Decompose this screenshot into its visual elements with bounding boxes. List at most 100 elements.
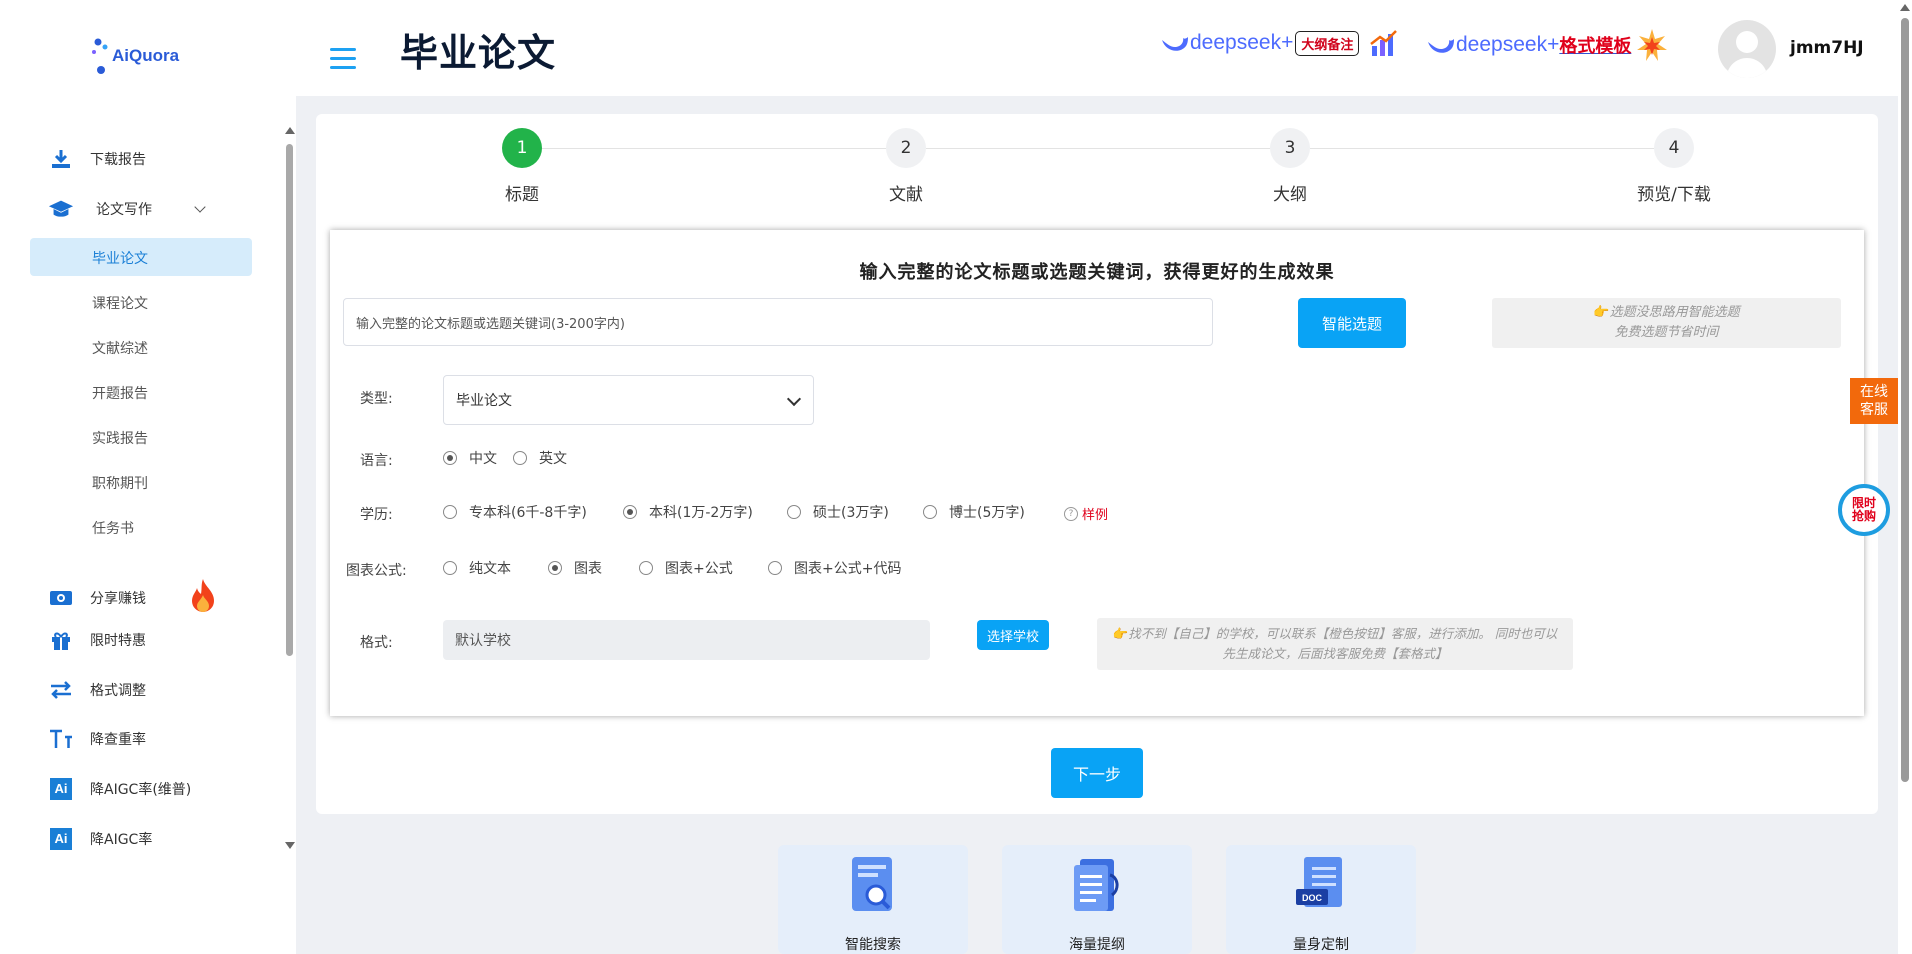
- radio-dot: [639, 561, 653, 575]
- chevron-down-icon: [786, 391, 802, 407]
- page-scroll-up-icon[interactable]: [1900, 4, 1910, 11]
- next-step-button[interactable]: 下一步: [1051, 748, 1143, 798]
- format-tip-line2: 先生成论文，后面找客服免费【套格式】: [1222, 646, 1448, 661]
- chart-radio-plain[interactable]: 纯文本: [443, 558, 511, 578]
- step-2-circle: 2: [886, 128, 926, 168]
- flash-sale-button[interactable]: 限时 抢购: [1838, 484, 1890, 536]
- smart-topic-button[interactable]: 智能选题: [1298, 298, 1406, 348]
- radio-dot: [443, 561, 457, 575]
- degree-radio-associate[interactable]: 专本科(6千-8千字): [443, 502, 587, 522]
- sidebar-item-format-adjust[interactable]: 格式调整: [48, 677, 146, 703]
- radio-dot: [443, 505, 457, 519]
- sidebar-subitem-graduation-thesis[interactable]: 毕业论文: [92, 248, 148, 268]
- deepseek-format-banner[interactable]: deepseek+ 格式模板: [1426, 28, 1669, 62]
- sidebar-item-limited-offer[interactable]: 限时特惠: [48, 627, 146, 653]
- radio-label: 博士(5万字): [949, 505, 1025, 521]
- smart-topic-tip: 👉选题没思路用智能选题 免费选题节省时间: [1492, 298, 1841, 348]
- deepseek-outline-banner[interactable]: deepseek+ 大纲备注: [1160, 28, 1399, 58]
- type-select-value: 毕业论文: [456, 393, 512, 409]
- feature-label: 智能搜索: [845, 937, 901, 953]
- radio-label: 硕士(3万字): [813, 505, 889, 521]
- sidebar-subitem-proposal-report[interactable]: 开题报告: [92, 383, 148, 403]
- radio-dot: [513, 451, 527, 465]
- radio-label: 图表+公式: [665, 561, 733, 577]
- feature-smart-search[interactable]: 智能搜索: [778, 845, 968, 954]
- logo-mark-icon: [92, 38, 108, 74]
- type-label: 类型:: [360, 391, 393, 407]
- sidebar-subitem-practice-report[interactable]: 实践报告: [92, 428, 148, 448]
- radio-dot: [548, 561, 562, 575]
- ai-icon: Ai: [48, 776, 74, 802]
- sidebar-item-reduce-duplication[interactable]: 降查重率: [48, 726, 146, 752]
- text-format-icon: [48, 726, 74, 752]
- radio-dot: [443, 451, 457, 465]
- sidebar-item-label: 论文写作: [96, 202, 152, 218]
- service-line1: 在线: [1860, 384, 1888, 400]
- sidebar-subitem-course-paper[interactable]: 课程论文: [92, 293, 148, 313]
- chart-radio-chart[interactable]: 图表: [548, 558, 602, 578]
- chevron-down-icon: [194, 201, 206, 213]
- degree-radio-bachelor[interactable]: 本科(1万-2万字): [623, 502, 753, 522]
- gift-icon: [48, 627, 74, 653]
- feature-massive-outline[interactable]: 海量提纲: [1002, 845, 1192, 954]
- sidebar-item-reduce-aigc-vip[interactable]: Ai 降AIGC率(维普): [48, 776, 191, 802]
- feature-label: 海量提纲: [1069, 937, 1125, 953]
- sidebar-item-reduce-aigc[interactable]: Ai 降AIGC率: [48, 826, 152, 852]
- logo[interactable]: AiQuora: [88, 34, 179, 78]
- page-title: 毕业论文: [400, 31, 557, 75]
- avatar[interactable]: [1718, 20, 1776, 78]
- search-doc-icon: [848, 855, 898, 919]
- sidebar-item-download-report[interactable]: 下载报告: [48, 146, 146, 172]
- online-service-button[interactable]: 在线 客服: [1850, 378, 1898, 424]
- degree-radio-phd[interactable]: 博士(5万字): [923, 502, 1025, 522]
- chart-formula-label: 图表公式:: [346, 563, 407, 579]
- sidebar-item-share-earn[interactable]: 分享赚钱: [48, 578, 216, 618]
- swap-icon: [48, 677, 74, 703]
- sidebar-item-label: 限时特惠: [90, 633, 146, 649]
- step-1-circle: 1: [502, 128, 542, 168]
- sample-link-label: 样例: [1082, 508, 1109, 523]
- form-title: 输入完整的论文标题或选题关键词，获得更好的生成效果: [859, 262, 1335, 283]
- step-2-label: 文献: [889, 185, 923, 205]
- chart-radio-chart-formula[interactable]: 图表+公式: [639, 558, 733, 578]
- sidebar-scroll-up-icon[interactable]: [285, 127, 295, 134]
- money-icon: [48, 585, 74, 611]
- sidebar-subitem-task-book[interactable]: 任务书: [92, 518, 134, 538]
- step-3-circle: 3: [1270, 128, 1310, 168]
- radio-dot: [787, 505, 801, 519]
- svg-text:DOC: DOC: [1302, 893, 1323, 903]
- sidebar-subitem-literature-review[interactable]: 文献综述: [92, 338, 148, 358]
- download-icon: [48, 146, 74, 172]
- format-school-input: 默认学校: [443, 620, 930, 660]
- language-radio-en[interactable]: 英文: [513, 448, 567, 468]
- feature-custom-made[interactable]: DOC 量身定制: [1226, 845, 1416, 954]
- sidebar-scroll-down-icon[interactable]: [285, 842, 295, 849]
- language-radio-zh[interactable]: 中文: [443, 448, 497, 468]
- banner-tag: 大纲备注: [1295, 30, 1360, 56]
- menu-toggle-icon[interactable]: [330, 48, 356, 75]
- radio-label: 专本科(6千-8千字): [469, 505, 587, 521]
- username[interactable]: jmm7HJ: [1790, 38, 1864, 58]
- format-tip-line1: 找不到【自己】的学校，可以联系【橙色按钮】客服，进行添加。 同时也可以: [1128, 626, 1558, 641]
- sample-link[interactable]: ? 样例: [1064, 504, 1108, 523]
- page-scrollbar-thumb[interactable]: [1901, 18, 1909, 782]
- degree-radio-master[interactable]: 硕士(3万字): [787, 502, 889, 522]
- chart-radio-chart-formula-code[interactable]: 图表+公式+代码: [768, 558, 901, 578]
- sidebar-item-thesis-writing[interactable]: 论文写作: [48, 196, 206, 222]
- topic-input[interactable]: 输入完整的论文标题或选题关键词(3-200字内): [343, 298, 1213, 346]
- radio-label: 图表+公式+代码: [794, 561, 902, 577]
- format-label: 格式:: [360, 635, 393, 651]
- topic-input-placeholder: 输入完整的论文标题或选题关键词(3-200字内): [356, 316, 625, 332]
- sidebar-scrollbar-thumb[interactable]: [286, 144, 293, 656]
- smart-tip-line2: 免费选题节省时间: [1614, 325, 1719, 340]
- step-connector: [542, 148, 886, 149]
- step-4-label: 预览/下载: [1637, 185, 1711, 205]
- radio-dot: [623, 505, 637, 519]
- sidebar-subitem-professional-journal[interactable]: 职称期刊: [92, 473, 148, 493]
- sidebar: [0, 0, 296, 954]
- sidebar-item-label: 降AIGC率(维普): [90, 782, 192, 798]
- format-school-value: 默认学校: [455, 633, 511, 649]
- sidebar-item-label: 分享赚钱: [90, 591, 146, 607]
- choose-school-button[interactable]: 选择学校: [977, 620, 1049, 650]
- type-select[interactable]: 毕业论文: [443, 375, 814, 425]
